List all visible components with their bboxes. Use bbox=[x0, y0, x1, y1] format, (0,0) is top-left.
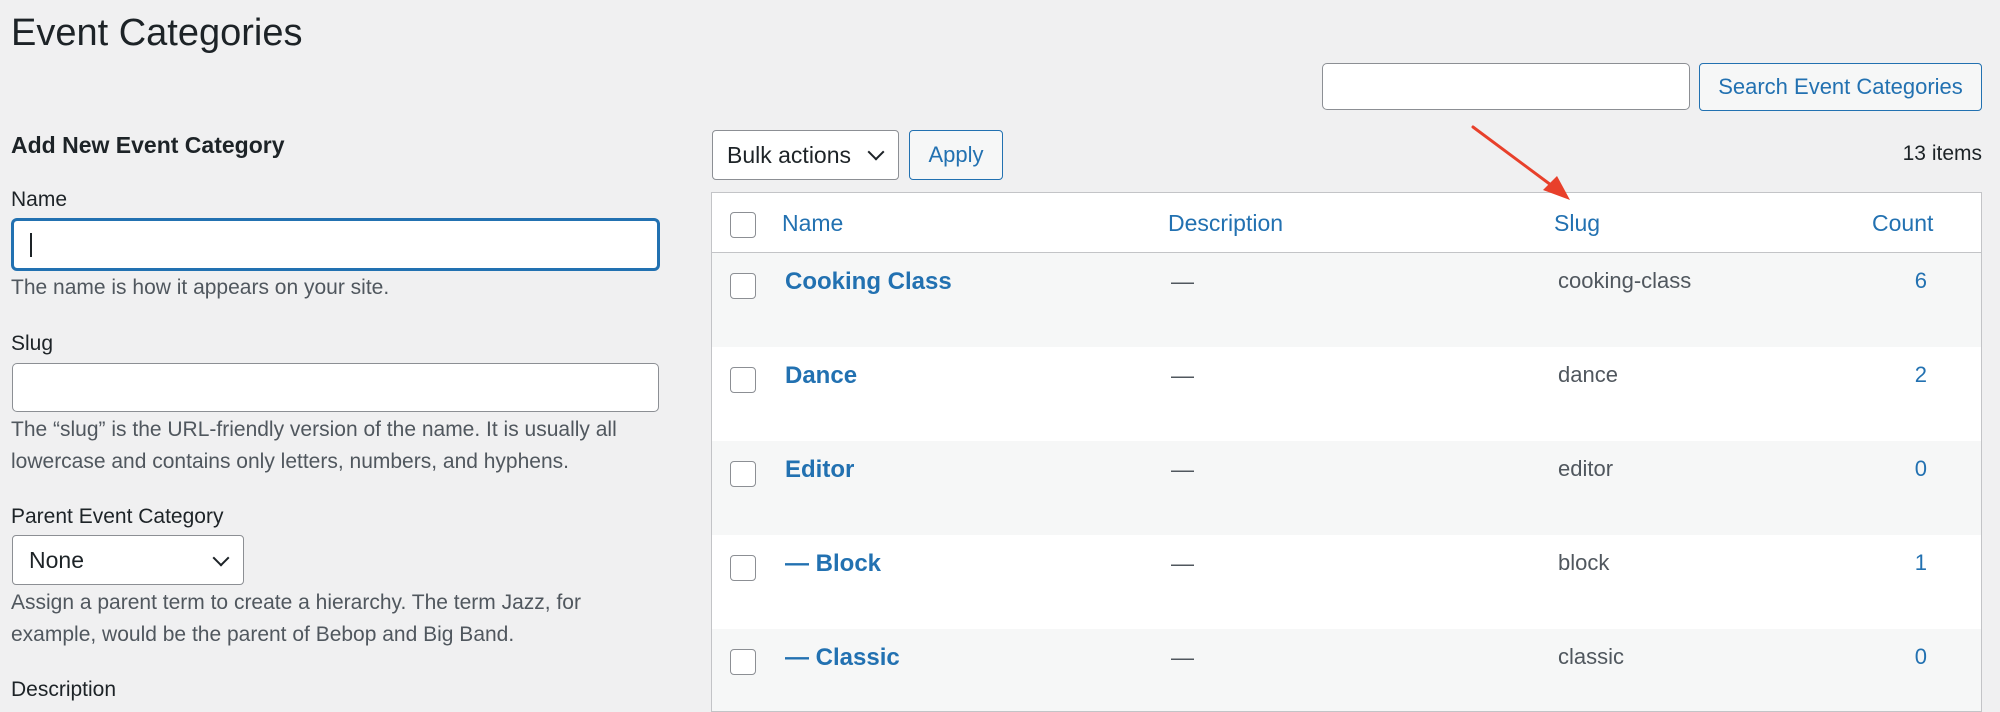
search-input[interactable] bbox=[1322, 63, 1690, 110]
chevron-down-icon bbox=[867, 143, 885, 161]
category-slug: editor bbox=[1558, 456, 1614, 481]
table-header: Name Description Slug Count bbox=[712, 193, 1981, 253]
category-slug: classic bbox=[1558, 644, 1625, 669]
table-row: Editor — editor 0 bbox=[712, 441, 1981, 535]
category-name-link[interactable]: Cooking Class bbox=[785, 268, 952, 296]
add-new-category-heading: Add New Event Category bbox=[11, 132, 285, 158]
search-event-categories-button[interactable]: Search Event Categories bbox=[1699, 63, 1982, 111]
select-all-checkbox[interactable] bbox=[730, 212, 756, 238]
category-count-link[interactable]: 6 bbox=[1915, 268, 1927, 294]
category-description: — bbox=[1171, 362, 1194, 388]
category-count-link[interactable]: 0 bbox=[1915, 644, 1927, 670]
parent-category-selected: None bbox=[29, 546, 84, 573]
category-description: — bbox=[1171, 644, 1194, 670]
text-caret bbox=[30, 233, 32, 257]
row-checkbox[interactable] bbox=[730, 555, 756, 581]
description-label: Description bbox=[11, 678, 117, 701]
items-count: 13 items bbox=[1902, 142, 1982, 165]
category-name-link[interactable]: — Classic bbox=[785, 644, 900, 672]
table-row: — Classic — classic 0 bbox=[712, 629, 1981, 711]
slug-help-text: The “slug” is the URL-friendly version o… bbox=[11, 418, 617, 473]
parent-help-text: Assign a parent term to create a hierarc… bbox=[11, 591, 581, 646]
name-help-text: The name is how it appears on your site. bbox=[11, 276, 390, 299]
name-label: Name bbox=[11, 188, 68, 211]
category-slug: dance bbox=[1558, 362, 1618, 387]
apply-button[interactable]: Apply bbox=[909, 130, 1003, 180]
column-header-slug[interactable]: Slug bbox=[1554, 210, 1600, 237]
column-header-description[interactable]: Description bbox=[1168, 210, 1283, 237]
table-row: Dance — dance 2 bbox=[712, 347, 1981, 441]
row-checkbox[interactable] bbox=[730, 461, 756, 487]
row-checkbox[interactable] bbox=[730, 649, 756, 675]
table-row: Cooking Class — cooking-class 6 bbox=[712, 253, 1981, 347]
category-description: — bbox=[1171, 550, 1194, 576]
page-title: Event Categories bbox=[11, 12, 303, 54]
row-checkbox[interactable] bbox=[730, 367, 756, 393]
row-checkbox[interactable] bbox=[730, 273, 756, 299]
parent-category-label: Parent Event Category bbox=[11, 505, 224, 528]
category-name-link[interactable]: Dance bbox=[785, 362, 857, 390]
slug-label: Slug bbox=[11, 332, 54, 355]
categories-table: Name Description Slug Count Cooking Clas… bbox=[711, 192, 1982, 712]
category-name-link[interactable]: — Block bbox=[785, 550, 881, 578]
category-description: — bbox=[1171, 268, 1194, 294]
bulk-actions-select[interactable]: Bulk actions bbox=[712, 130, 899, 180]
column-header-name[interactable]: Name bbox=[782, 210, 843, 237]
name-input[interactable] bbox=[12, 219, 659, 270]
parent-category-select[interactable]: None bbox=[12, 535, 244, 585]
bulk-actions-selected: Bulk actions bbox=[727, 141, 852, 168]
slug-input[interactable] bbox=[12, 363, 659, 412]
table-row: — Block — block 1 bbox=[712, 535, 1981, 629]
category-count-link[interactable]: 0 bbox=[1915, 456, 1927, 482]
category-slug: cooking-class bbox=[1558, 268, 1692, 293]
category-slug: block bbox=[1558, 550, 1610, 575]
annotation-arrow-icon bbox=[1471, 125, 1570, 200]
category-description: — bbox=[1171, 456, 1194, 482]
category-name-link[interactable]: Editor bbox=[785, 456, 854, 484]
chevron-down-icon bbox=[212, 549, 230, 567]
column-header-count[interactable]: Count bbox=[1872, 210, 1933, 237]
category-count-link[interactable]: 1 bbox=[1915, 550, 1927, 576]
category-count-link[interactable]: 2 bbox=[1915, 362, 1927, 388]
